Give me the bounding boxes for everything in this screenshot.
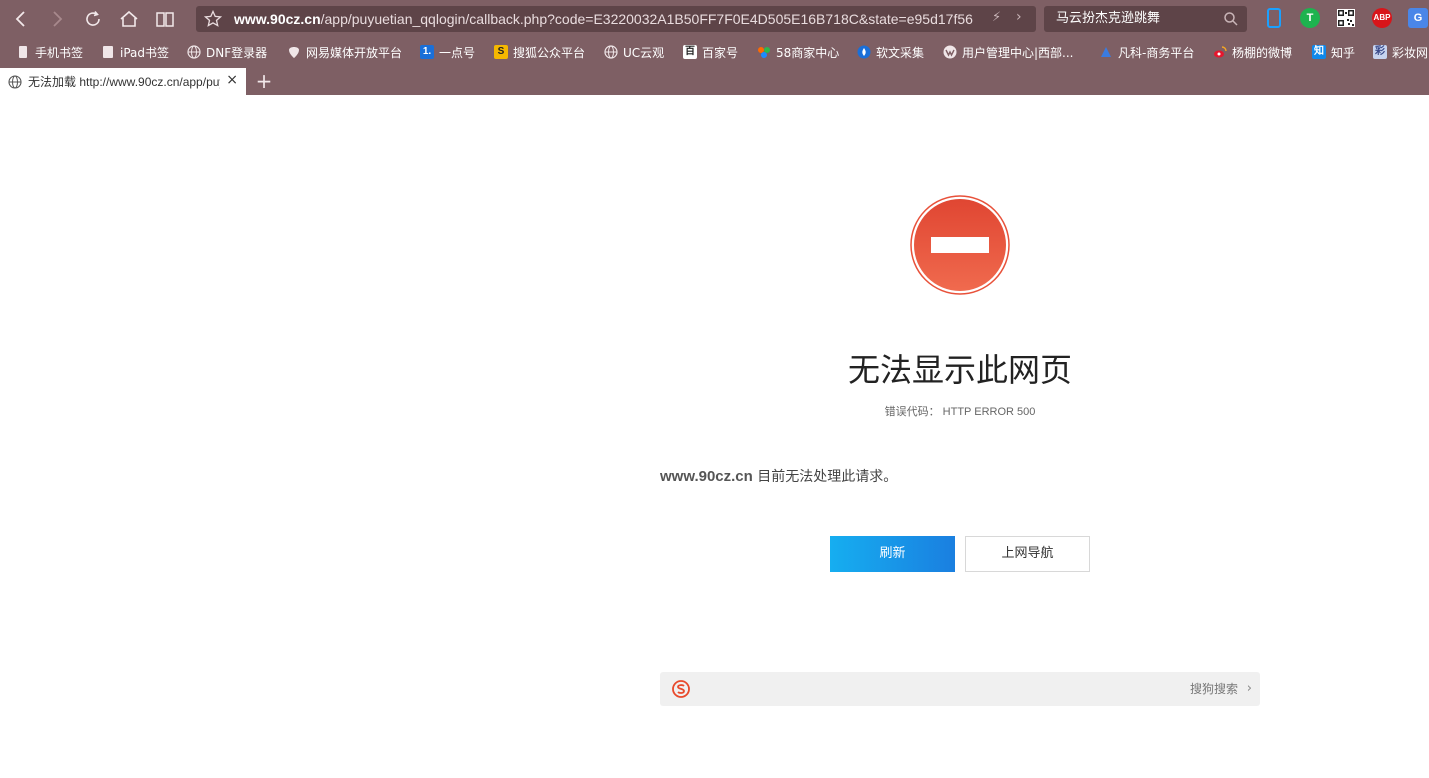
- phone-icon: [19, 46, 27, 58]
- fanke-icon: [1101, 47, 1111, 57]
- baijia-icon: 百: [683, 45, 697, 59]
- bookmark-item[interactable]: 网易媒体开放平台: [287, 42, 402, 62]
- globe-icon: [8, 74, 22, 89]
- tab-title: 无法加载 http://www.90cz.cn/app/puyuetian_qq…: [28, 75, 220, 89]
- bookmark-label: 软文采集: [876, 45, 925, 60]
- zhihu-icon: 知: [1312, 45, 1326, 59]
- bookmark-label: 知乎: [1331, 45, 1356, 60]
- bookmarks-bar: 手机书签 iPad书签 DNF登录器 网易媒体开放平台 1. 一点号 S 搜狐公…: [0, 38, 1429, 66]
- bookmark-label: iPad书签: [120, 45, 170, 60]
- west-icon: [943, 45, 957, 59]
- sogou-search-label: 搜狗搜索: [1189, 682, 1238, 696]
- blocked-icon: [910, 195, 1010, 295]
- bookmark-item[interactable]: 用户管理中心|西部...: [943, 42, 1074, 62]
- address-bar[interactable]: www.90cz.cn/app/puyuetian_qqlogin/callba…: [196, 6, 1036, 32]
- adblock-extension-icon[interactable]: ABP: [1372, 8, 1392, 28]
- browser-chrome: www.90cz.cn/app/puyuetian_qqlogin/callba…: [0, 0, 1429, 95]
- back-button[interactable]: [8, 6, 34, 32]
- url-path: /app/puyuetian_qqlogin/callback.php?code…: [320, 11, 973, 27]
- tablet-extension-icon[interactable]: [1264, 8, 1284, 28]
- translate-extension-icon[interactable]: G: [1408, 8, 1428, 28]
- star-icon[interactable]: [204, 10, 222, 28]
- home-button[interactable]: [116, 6, 142, 32]
- bookmark-label: 网易媒体开放平台: [306, 45, 403, 60]
- bookmark-label: 凡科-商务平台: [1118, 45, 1195, 60]
- tablet-icon: [103, 46, 113, 58]
- home-icon: [120, 10, 138, 27]
- tab-bar: 无法加载 http://www.90cz.cn/app/puyuetian_qq…: [0, 66, 1429, 95]
- drop-icon: [857, 45, 871, 59]
- bookmark-label: 百家号: [702, 45, 739, 60]
- reload-icon: [86, 10, 100, 26]
- toolbar: www.90cz.cn/app/puyuetian_qqlogin/callba…: [0, 0, 1429, 38]
- bookmark-item[interactable]: S 搜狐公众平台: [494, 42, 585, 62]
- forward-button[interactable]: [44, 6, 70, 32]
- globe-icon: [604, 45, 618, 59]
- bookmark-item[interactable]: 手机书签: [16, 42, 83, 62]
- bookmark-item[interactable]: UC云观: [604, 42, 664, 62]
- bookmark-label: 杨棚的微博: [1232, 45, 1293, 60]
- bookmark-label: 手机书签: [35, 45, 84, 60]
- tab-active[interactable]: 无法加载 http://www.90cz.cn/app/puyuetian_qq…: [0, 68, 246, 95]
- refresh-button[interactable]: 刷新: [830, 536, 955, 572]
- bookmark-item[interactable]: DNF登录器: [187, 42, 267, 62]
- globe-icon: [187, 45, 201, 59]
- close-icon[interactable]: ×: [226, 72, 238, 88]
- bookmark-item[interactable]: 软文采集: [857, 42, 924, 62]
- bookmark-item[interactable]: 1. 一点号: [420, 42, 475, 62]
- bookmark-label: 用户管理中心|西部...: [962, 45, 1074, 60]
- error-code: 错误代码： HTTP ERROR 500: [760, 403, 1160, 419]
- sogou-search-bar[interactable]: 搜狗搜索 ›: [660, 672, 1260, 706]
- page-title: 无法显示此网页: [847, 351, 1072, 389]
- navigation-button[interactable]: 上网导航: [965, 536, 1090, 572]
- bookmark-item[interactable]: 杨棚的微博: [1213, 42, 1292, 62]
- sogou-logo-icon: [672, 680, 690, 698]
- bookmark-label: 彩妆网: [1392, 45, 1429, 60]
- bookmark-label: DNF登录器: [206, 45, 268, 60]
- bookmark-item[interactable]: 彩 彩妆网: [1373, 42, 1428, 62]
- bookmark-item[interactable]: 58商家中心: [757, 42, 839, 62]
- caizhuang-icon: 彩: [1373, 45, 1387, 59]
- search-query: 马云扮杰克逊跳舞: [1056, 11, 1161, 26]
- error-domain: www.90cz.cn: [660, 468, 753, 485]
- error-page: 无法显示此网页 错误代码： HTTP ERROR 500 www.90cz.cn…: [0, 95, 1429, 778]
- new-tab-button[interactable]: +: [254, 70, 274, 92]
- reading-view-button[interactable]: [152, 6, 178, 32]
- bookmark-label: 58商家中心: [776, 45, 840, 60]
- search-icon[interactable]: [1223, 11, 1239, 27]
- reload-button[interactable]: [80, 6, 106, 32]
- bookmark-label: UC云观: [623, 45, 665, 60]
- bookmark-label: 一点号: [439, 45, 476, 60]
- error-message: www.90cz.cn 目前无法处理此请求。: [660, 466, 897, 486]
- book-icon: [156, 12, 174, 27]
- chevron-right-icon: [53, 11, 63, 27]
- sohu-icon: S: [494, 45, 508, 59]
- t-extension-icon[interactable]: T: [1300, 8, 1320, 28]
- qr-code-icon[interactable]: [1336, 8, 1356, 28]
- bookmark-item[interactable]: iPad书签: [101, 42, 169, 62]
- bookmark-item[interactable]: 知 知乎: [1312, 42, 1355, 62]
- error-message-text: 目前无法处理此请求。: [757, 469, 898, 485]
- netease-icon: [289, 47, 299, 58]
- go-chevron-icon[interactable]: ›: [1016, 9, 1022, 25]
- lightning-icon[interactable]: ⚡: [992, 10, 1001, 25]
- 58-icon: [758, 47, 770, 58]
- bookmark-item[interactable]: 凡科-商务平台: [1099, 42, 1194, 62]
- chevron-right-icon: ›: [1246, 681, 1252, 696]
- bookmark-item[interactable]: 百 百家号: [683, 42, 738, 62]
- error-code-value: HTTP ERROR 500: [942, 406, 1036, 418]
- chevron-left-icon: [15, 11, 25, 27]
- yidian-icon: 1.: [420, 45, 434, 59]
- url-text[interactable]: www.90cz.cn/app/puyuetian_qqlogin/callba…: [234, 6, 974, 32]
- error-code-label: 错误代码：: [884, 406, 940, 418]
- search-input[interactable]: 马云扮杰克逊跳舞: [1044, 6, 1247, 32]
- weibo-icon: [1214, 46, 1227, 58]
- url-host: www.90cz.cn: [234, 11, 321, 27]
- bookmark-label: 搜狐公众平台: [513, 45, 586, 60]
